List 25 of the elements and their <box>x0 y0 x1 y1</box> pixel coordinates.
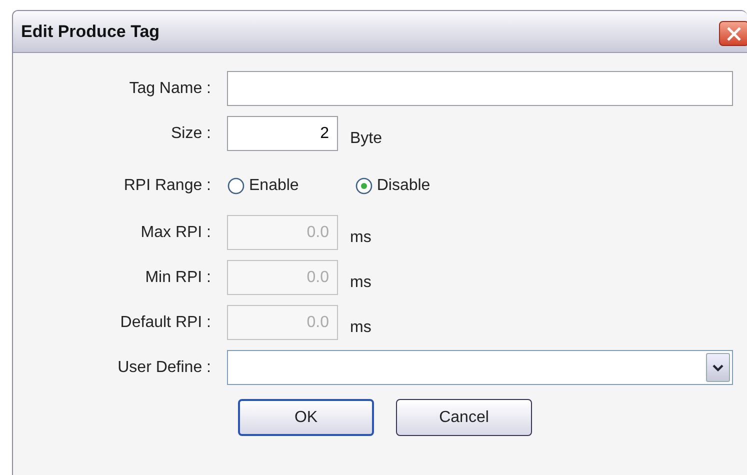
field-label: Max RPI : <box>140 222 211 242</box>
unit-label: ms <box>350 273 372 293</box>
field-label: RPI Range : <box>122 176 211 196</box>
text-field[interactable] <box>227 71 733 106</box>
field-label: User Define : <box>116 358 211 378</box>
window-title: Edit Produce Tag <box>21 20 160 43</box>
close-button[interactable] <box>719 21 747 46</box>
radio-button[interactable]: Disable <box>354 174 430 198</box>
unit-label: Byte <box>350 129 382 149</box>
ok-button[interactable]: OK <box>238 399 374 436</box>
field-label: Size : <box>170 124 211 144</box>
number-field[interactable]: 2 <box>227 116 338 151</box>
cancel-button[interactable]: Cancel <box>396 399 532 436</box>
radio-circle-icon <box>354 177 373 195</box>
radio-button[interactable]: Enable <box>227 174 299 198</box>
chevron-down-icon <box>712 362 724 372</box>
dropdown-field[interactable] <box>227 350 733 385</box>
close-icon <box>725 24 743 42</box>
field-label: Tag Name : <box>128 78 211 98</box>
radio-circle-icon <box>227 177 245 195</box>
field-label: Min RPI : <box>144 268 211 288</box>
dropdown-button[interactable] <box>706 353 730 382</box>
unit-label: ms <box>350 318 372 338</box>
unit-label: ms <box>350 228 372 248</box>
field-label: Default RPI : <box>119 312 211 332</box>
